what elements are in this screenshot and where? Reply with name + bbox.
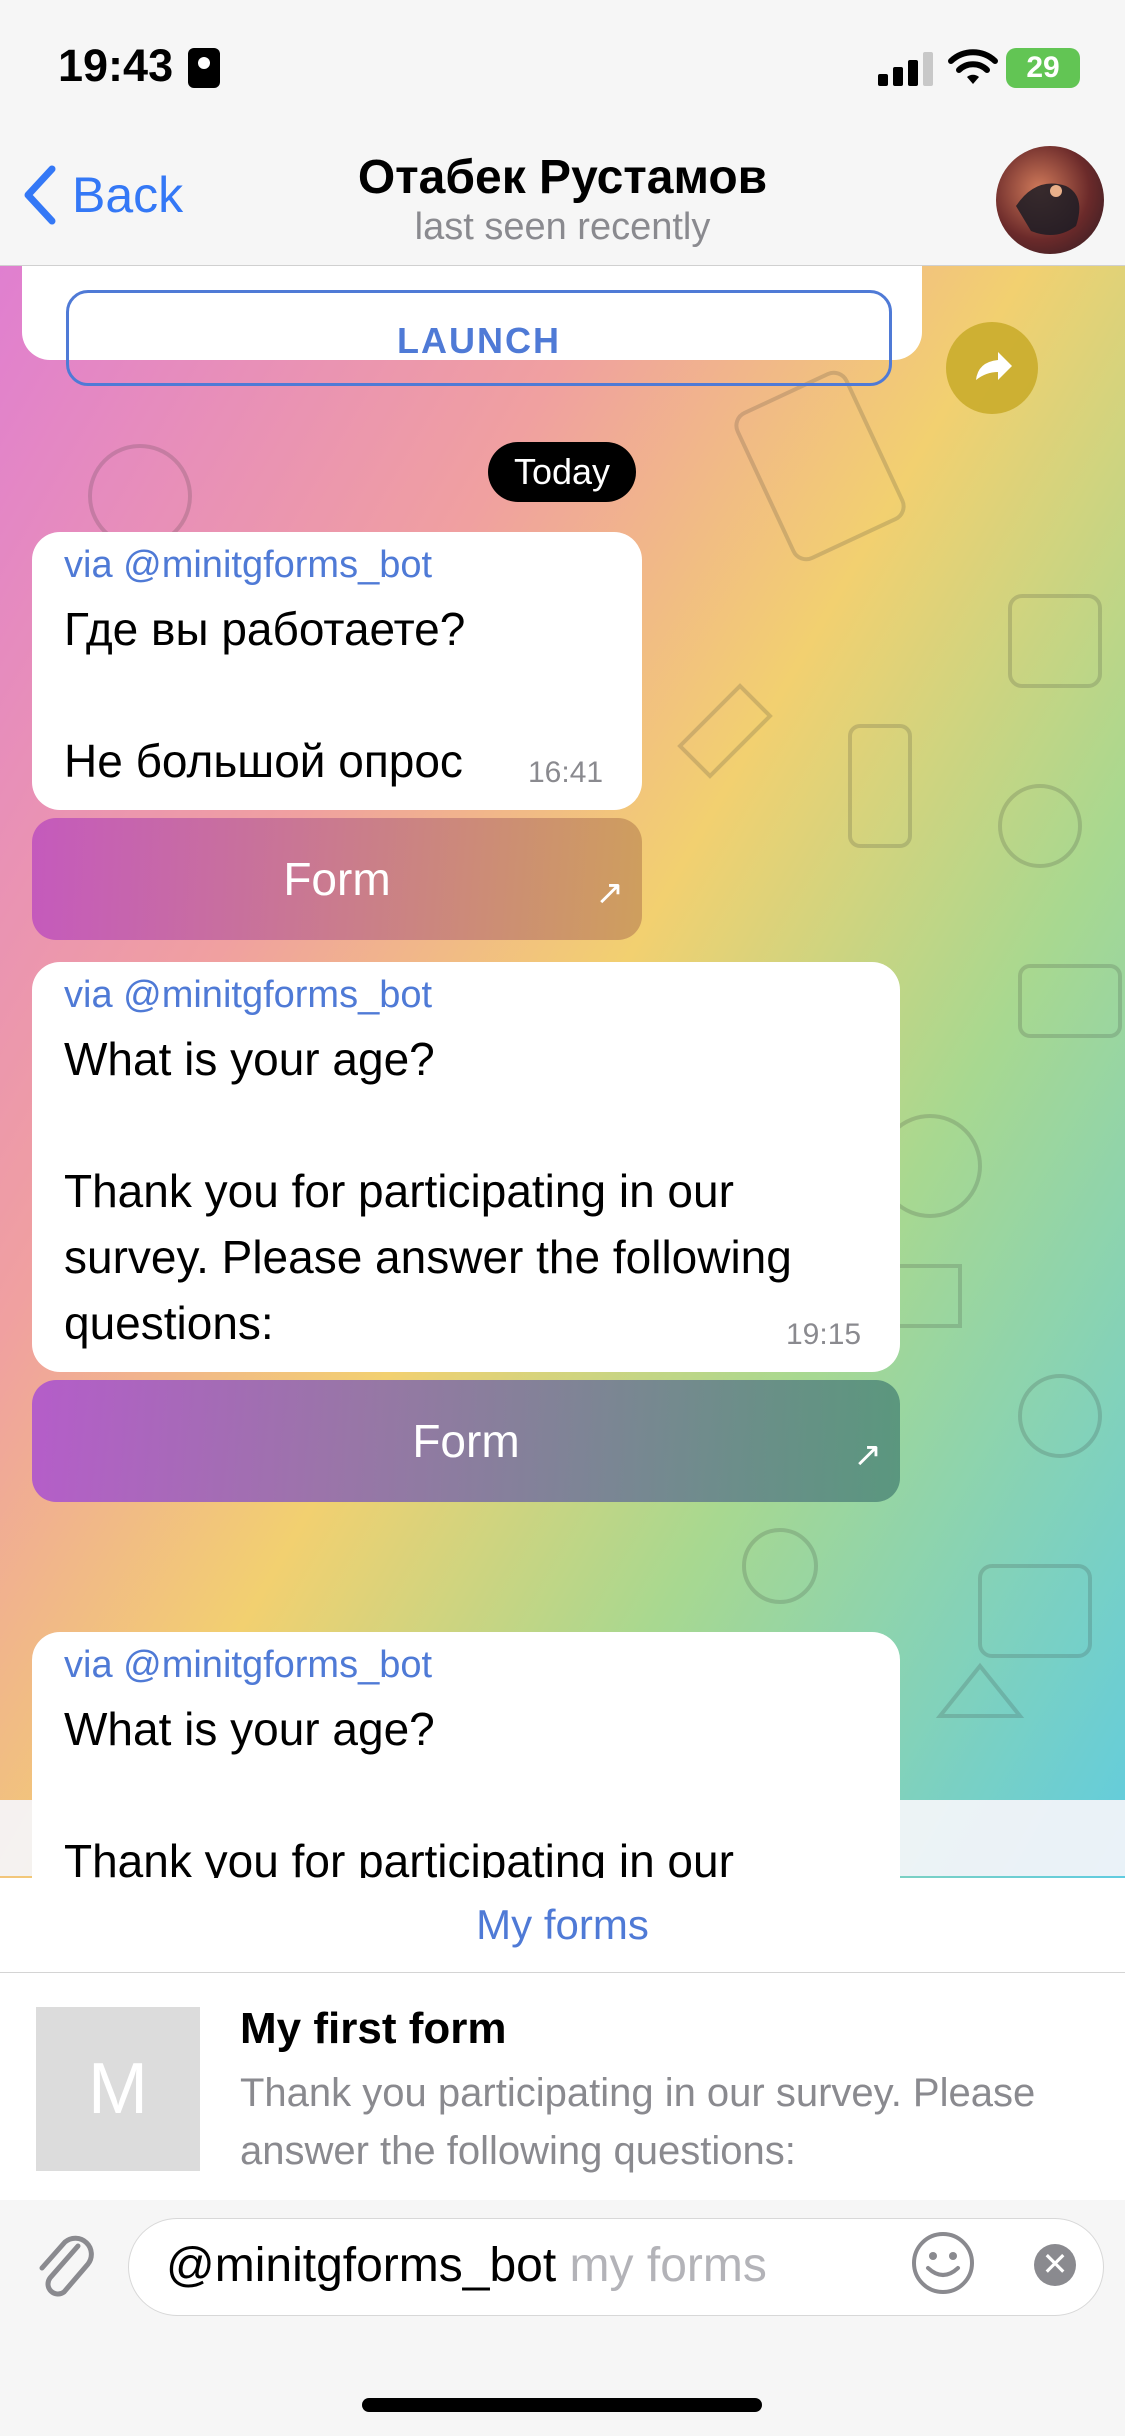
message-text: What is your age? Thank you for particip…	[64, 1703, 734, 1878]
open-external-icon: ↗	[595, 874, 625, 912]
attach-icon[interactable]	[30, 2228, 100, 2308]
wifi-icon	[948, 49, 998, 84]
form-button[interactable]: Form ↗	[32, 818, 642, 940]
chat-area[interactable]: LAUNCH Today via @minitgforms_bot Где вы…	[0, 266, 1125, 1878]
launch-button[interactable]: LAUNCH	[66, 290, 892, 386]
form-button-label: Form	[412, 1415, 520, 1467]
input-bot-mention: @minitgforms_bot	[166, 2239, 557, 2292]
share-arrow-icon	[976, 352, 1012, 380]
message-text: What is your age? Thank you for particip…	[64, 1033, 792, 1349]
input-inline-placeholder: my forms	[569, 2239, 767, 2292]
focus-icon	[188, 48, 220, 88]
form-button-label: Form	[283, 853, 391, 905]
message-text: Где вы работаете? Не большой опрос	[64, 603, 466, 787]
home-indicator	[362, 2398, 762, 2412]
date-separator: Today	[488, 442, 636, 502]
message-input-text[interactable]: @minitgforms_bot my forms	[166, 2238, 767, 2293]
result-description: Thank you participating in our survey. P…	[240, 2071, 1036, 2173]
message-time: 19:15	[786, 1318, 862, 1351]
status-time: 19:43	[58, 40, 174, 91]
via-bot-label[interactable]: via @minitgforms_bot	[64, 544, 432, 587]
via-bot-label[interactable]: via @minitgforms_bot	[64, 1644, 432, 1687]
result-title: My first form	[240, 2004, 507, 2053]
battery-icon: 29	[1006, 48, 1080, 88]
open-external-icon: ↗	[853, 1436, 883, 1474]
chat-title[interactable]: Отабек Рустамов	[0, 150, 1125, 205]
form-button[interactable]: Form ↗	[32, 1380, 900, 1502]
cellular-signal-icon	[878, 52, 933, 86]
chat-subtitle: last seen recently	[414, 206, 711, 248]
clear-input-icon[interactable]: ✕	[1034, 2244, 1076, 2286]
avatar[interactable]	[996, 146, 1104, 254]
emoji-icon[interactable]	[910, 2230, 976, 2296]
inline-results-header[interactable]: My forms	[0, 1878, 1125, 1973]
share-button[interactable]	[946, 322, 1038, 414]
via-bot-label[interactable]: via @minitgforms_bot	[64, 974, 432, 1017]
result-thumbnail: M	[36, 2007, 200, 2171]
message-time: 16:41	[528, 756, 604, 789]
